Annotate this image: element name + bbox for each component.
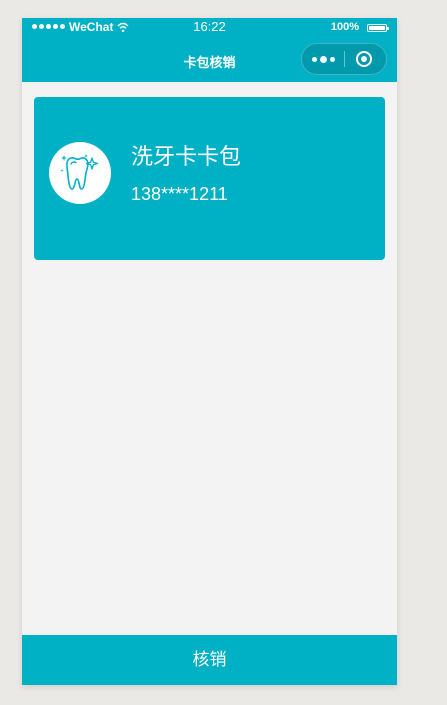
tooth-sparkle-icon — [60, 154, 99, 190]
close-miniprogram-icon[interactable] — [356, 51, 372, 67]
card-package-item[interactable]: 洗牙卡卡包 138****1211 — [34, 97, 385, 260]
battery-icon — [367, 24, 389, 32]
phone-screen: WeChat 16:22 100% 卡包核销 洗牙卡卡包 138****1211… — [22, 18, 397, 685]
card-avatar — [49, 142, 111, 204]
more-icon[interactable] — [302, 44, 344, 74]
status-bar: WeChat 16:22 100% — [22, 18, 397, 38]
card-name: 洗牙卡卡包 — [131, 145, 242, 170]
capsule-divider — [344, 51, 345, 67]
card-phone-number: 138****1211 — [131, 184, 228, 204]
redeem-button[interactable]: 核销 — [22, 635, 397, 685]
navigation-bar: 卡包核销 — [22, 38, 397, 82]
battery-percent: 100% — [330, 21, 359, 33]
miniprogram-capsule — [301, 43, 387, 75]
